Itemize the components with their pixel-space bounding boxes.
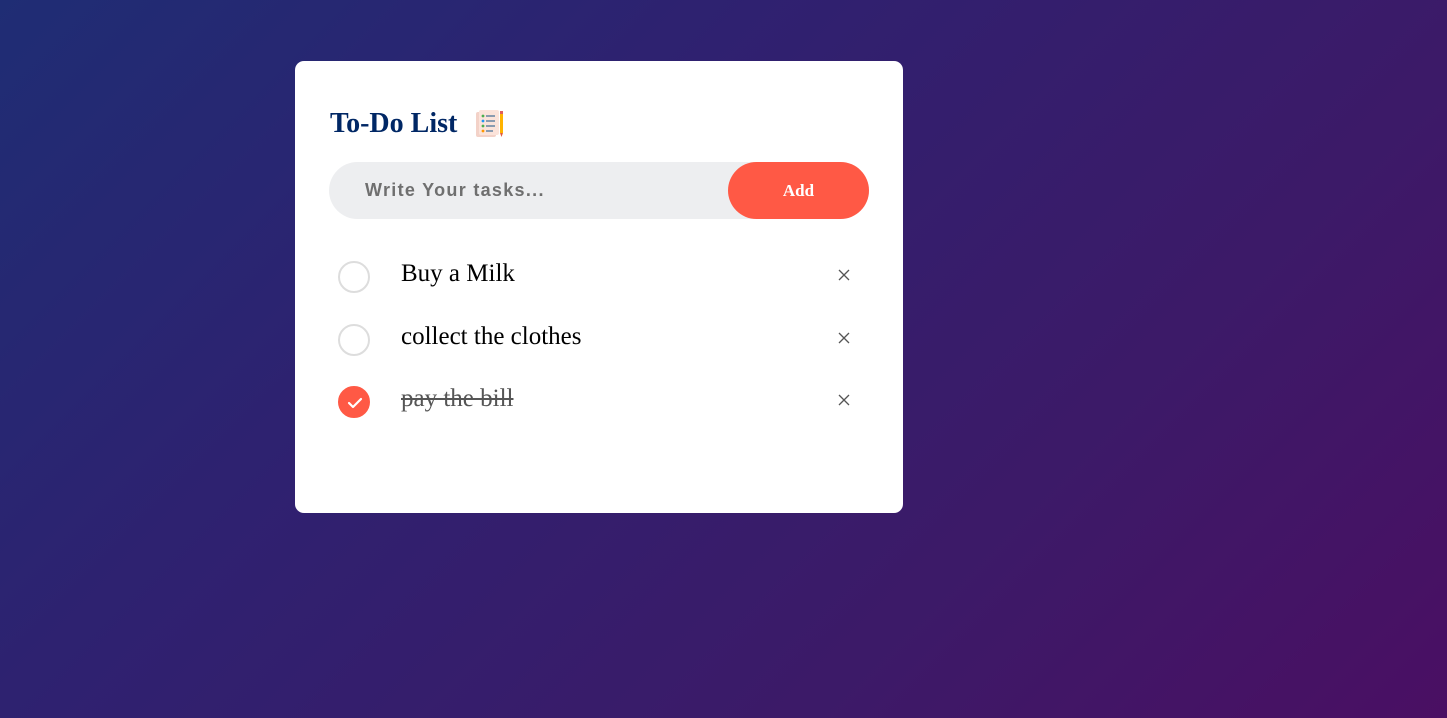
checklist-notepad-icon <box>473 109 505 139</box>
task-checkbox-checked[interactable] <box>338 386 370 418</box>
add-button[interactable]: Add <box>728 162 869 219</box>
task-label: Buy a Milk <box>401 260 515 287</box>
page-title: To-Do List <box>330 108 458 139</box>
task-checkbox[interactable] <box>338 323 370 356</box>
title-row: To-Do List <box>330 106 505 142</box>
todo-card: To-Do List Add Buy <box>295 61 903 513</box>
list-item[interactable]: Buy a Milk <box>329 245 869 308</box>
close-icon[interactable] <box>832 388 856 412</box>
task-list: Buy a Milk collect the clothes pay the b… <box>329 245 869 433</box>
task-input-row: Add <box>329 161 869 220</box>
close-icon[interactable] <box>832 326 856 350</box>
checkmark-icon <box>347 397 363 409</box>
task-checkbox[interactable] <box>338 261 370 293</box>
list-item[interactable]: pay the bill <box>329 370 869 433</box>
close-icon[interactable] <box>832 263 856 287</box>
task-label: collect the clothes <box>401 322 582 350</box>
list-item[interactable]: collect the clothes <box>329 308 869 371</box>
task-label: pay the bill <box>401 385 514 412</box>
task-input[interactable] <box>329 161 728 220</box>
